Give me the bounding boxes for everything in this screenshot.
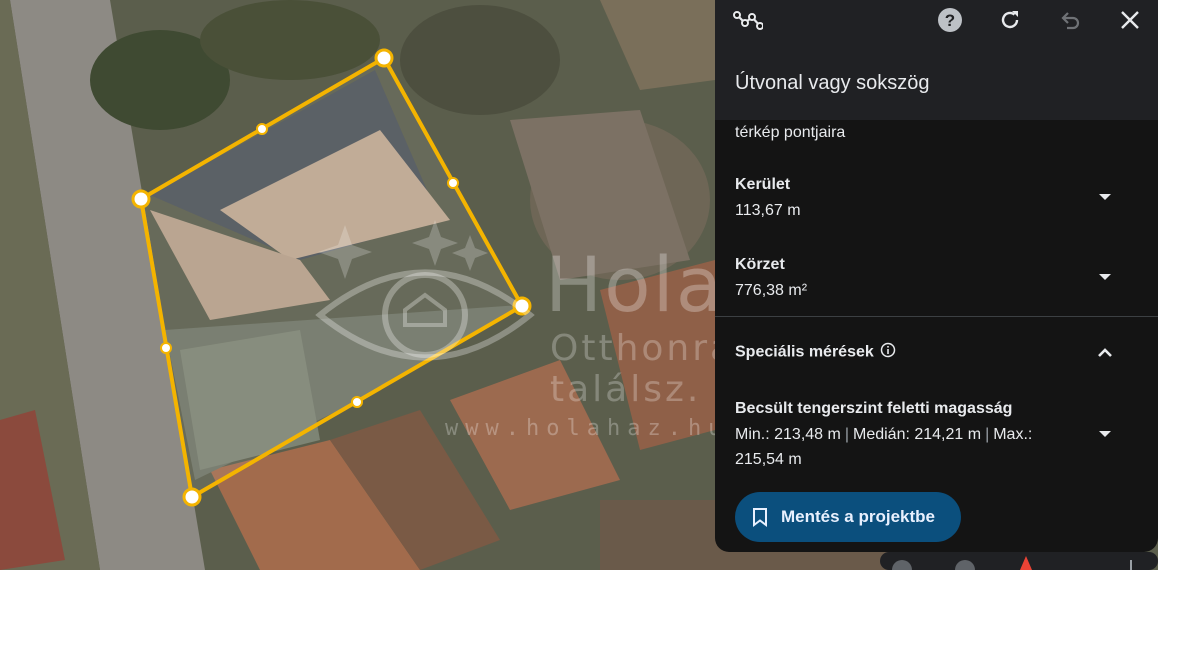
info-icon[interactable] [880,342,896,363]
undo-icon[interactable] [1055,5,1085,35]
intro-text: térkép pontjaira [735,124,846,141]
polygon-vertex-handle[interactable] [374,48,394,68]
save-button-label: Mentés a projektbe [781,507,935,526]
polygon-vertex-handle[interactable] [512,296,532,316]
area-value: 776,38 m² [735,282,808,299]
elevation-max-label: Max.: [993,426,1033,443]
close-icon[interactable] [1115,5,1145,35]
refresh-icon[interactable] [995,5,1025,35]
zoom-icon [1130,560,1132,570]
polygon-midpoint-handle[interactable] [160,342,172,354]
chevron-down-icon[interactable] [1095,424,1115,444]
special-measurements-text: Speciális mérések [735,343,874,361]
measurement-panel: ? Útvonal vagy sokszög térkép pontjaira … [715,0,1158,552]
elevation-label: Becsült tengerszint feletti magasság [735,400,1013,417]
chevron-up-icon[interactable] [1095,342,1115,362]
svg-text:?: ? [945,11,955,30]
polygon-midpoint-handle[interactable] [351,396,363,408]
path-polygon-icon [733,6,763,36]
separator: | [985,426,990,443]
chevron-down-icon[interactable] [1095,267,1115,287]
save-to-project-button[interactable]: Mentés a projektbe [735,492,961,542]
elevation-value: Min.: 213,48 m | Medián: 214,21 m | Max.: 215… [735,422,1065,472]
elevation-min: Min.: 213,48 m [735,426,841,443]
polygon-vertex-handle[interactable] [182,487,202,507]
panel-title: Útvonal vagy sokszög [735,72,930,94]
perimeter-value: 113,67 m [735,202,801,219]
help-icon[interactable]: ? [935,5,965,35]
elevation-median: Medián: 214,21 m [852,426,982,443]
perimeter-label: Kerület [735,176,791,193]
polygon-vertex-handle[interactable] [131,189,151,209]
area-label: Körzet [735,256,785,273]
polygon-midpoint-handle[interactable] [256,123,268,135]
bookmark-icon [753,508,767,527]
elevation-max-value: 215,54 m [735,451,802,468]
chevron-down-icon[interactable] [1095,187,1115,207]
divider [715,316,1158,317]
special-measurements-label: Speciális mérések [735,342,896,363]
polygon-midpoint-handle[interactable] [447,177,459,189]
separator: | [844,426,849,443]
